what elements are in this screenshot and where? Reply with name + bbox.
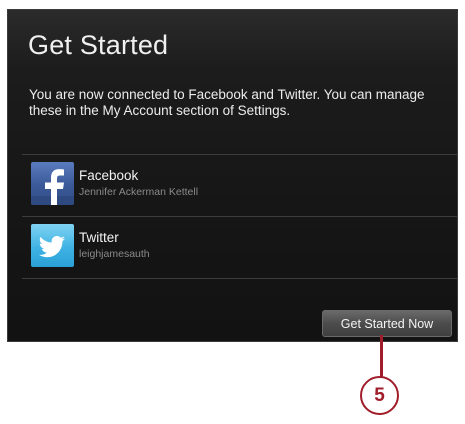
account-service-name: Facebook [79, 168, 139, 183]
step-callout-badge: 5 [360, 376, 399, 415]
twitter-icon [31, 224, 74, 267]
account-row-facebook[interactable]: Facebook Jennifer Ackerman Kettell [22, 155, 457, 213]
get-started-screen: Get Started You are now connected to Fac… [7, 9, 458, 342]
divider [22, 278, 457, 279]
account-username: leighjamesauth [79, 248, 150, 260]
page-title: Get Started [28, 30, 169, 60]
account-username: Jennifer Ackerman Kettell [79, 186, 199, 198]
callout-pointer-line [380, 335, 383, 378]
connection-message: You are now connected to Facebook and Tw… [29, 87, 425, 118]
account-row-twitter[interactable]: Twitter leighjamesauth [22, 217, 457, 275]
account-service-name: Twitter [79, 230, 119, 245]
facebook-icon [31, 162, 74, 205]
figure: Get Started You are now connected to Fac… [0, 0, 465, 424]
get-started-now-button[interactable]: Get Started Now [322, 310, 452, 337]
